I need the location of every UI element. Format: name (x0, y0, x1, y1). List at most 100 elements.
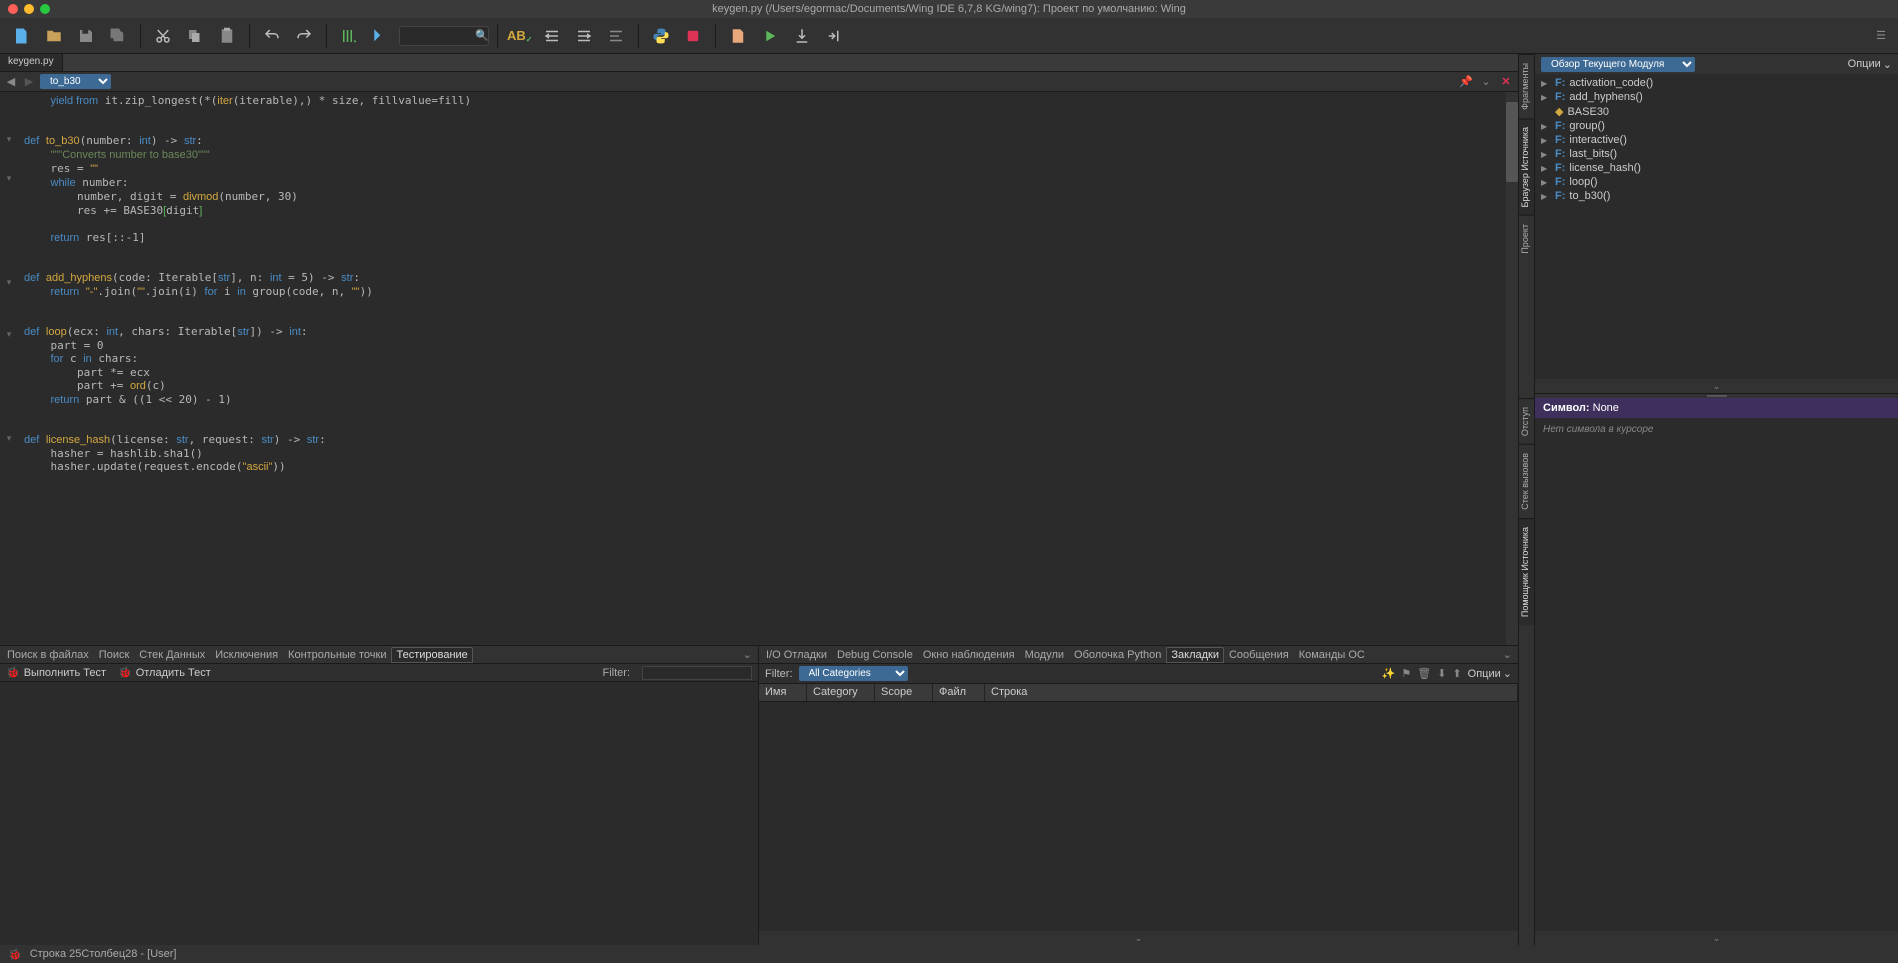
tab-testing[interactable]: Тестирование (391, 647, 472, 663)
symbol-selector[interactable]: to_b30 (40, 74, 111, 89)
copy-button[interactable] (181, 22, 209, 50)
undo-button[interactable] (258, 22, 286, 50)
panel-collapse-handle[interactable]: ⌄ (759, 931, 1518, 945)
test-filter-input[interactable] (642, 666, 752, 680)
tab-modules[interactable]: Модули (1020, 647, 1069, 663)
goto-button[interactable] (367, 22, 395, 50)
col-scope[interactable]: Scope (875, 684, 933, 701)
step-into-button[interactable] (820, 22, 848, 50)
chevron-down-icon[interactable]: ⌄ (1478, 74, 1494, 90)
menu-button[interactable]: ☰ (1872, 25, 1890, 46)
nav-forward-button[interactable]: ▶ (22, 75, 36, 89)
tab-debug-console[interactable]: Debug Console (832, 647, 918, 663)
wand-icon[interactable]: ✨ (1382, 667, 1396, 680)
bottom-left-panel: Поиск в файлах Поиск Стек Данных Исключе… (0, 646, 759, 945)
nav-back-button[interactable]: ◀ (4, 75, 18, 89)
spellcheck-button[interactable]: AB✓ (506, 22, 534, 50)
editor-nav-bar: ◀ ▶ to_b30 📌 ⌄ ✕ (0, 72, 1518, 92)
outline-item[interactable]: ▶F:interactive() (1537, 133, 1896, 147)
close-editor-button[interactable]: ✕ (1498, 74, 1514, 90)
category-filter-select[interactable]: All Categories (799, 666, 908, 681)
tab-exceptions[interactable]: Исключения (210, 647, 283, 663)
dedent-button[interactable] (602, 22, 630, 50)
fold-gutter[interactable]: ▾ ▾ ▾ ▾ ▾ (0, 92, 18, 645)
debug-test-button[interactable]: 🐞Отладить Тест (118, 666, 211, 679)
tab-search-files[interactable]: Поиск в файлах (2, 647, 94, 663)
tab-os-commands[interactable]: Команды ОС (1294, 647, 1370, 663)
thumbtack-icon[interactable]: 📌 (1458, 74, 1474, 90)
bookmark-options-button[interactable]: Опции ⌄ (1468, 667, 1512, 680)
assistant-collapse-handle[interactable]: ⌄ (1535, 931, 1898, 945)
trash-icon[interactable]: 🗑 (1417, 667, 1431, 680)
testing-panel-body (0, 682, 758, 945)
collapse-right-panel-icon[interactable]: ⌄ (1499, 648, 1516, 661)
outline-item[interactable]: ▶F:activation_code() (1537, 76, 1896, 90)
close-window-icon[interactable] (8, 4, 18, 14)
collapse-left-panel-icon[interactable]: ⌄ (739, 648, 756, 661)
tab-stack-data[interactable]: Стек Данных (134, 647, 210, 663)
col-category[interactable]: Category (807, 684, 875, 701)
outline-item[interactable]: ▶F:add_hyphens() (1537, 90, 1896, 104)
editor-scrollbar[interactable] (1506, 92, 1518, 645)
code-content[interactable]: yield from it.zip_longest(*(iter(iterabl… (18, 92, 1518, 645)
col-name[interactable]: Имя (759, 684, 807, 701)
window-controls (8, 4, 50, 14)
browser-options-button[interactable]: Опции ⌄ (1848, 58, 1892, 71)
filter-label: Filter: (603, 667, 631, 679)
main-toolbar: 🔍 AB✓ ☰ (0, 18, 1898, 54)
bookmark-table-header: Имя Category Scope Файл Строка (759, 684, 1518, 702)
toolbar-search-input[interactable] (399, 26, 489, 46)
bug-status-icon[interactable]: 🐞 (8, 948, 22, 961)
paste-button[interactable] (213, 22, 241, 50)
tab-watch[interactable]: Окно наблюдения (918, 647, 1020, 663)
outline-collapse-handle[interactable]: ⌄ (1535, 379, 1898, 393)
new-file-button[interactable] (8, 22, 36, 50)
col-file[interactable]: Файл (933, 684, 985, 701)
tab-messages[interactable]: Сообщения (1224, 647, 1294, 663)
col-line[interactable]: Строка (985, 684, 1518, 701)
vtab-call-stack[interactable]: Стек вызовов (1519, 444, 1534, 518)
file-tab-keygen[interactable]: keygen.py (0, 54, 63, 71)
save-button[interactable] (72, 22, 100, 50)
step-button[interactable] (788, 22, 816, 50)
outline-item[interactable]: ▶F:group() (1537, 119, 1896, 133)
indent-guide-button[interactable] (335, 22, 363, 50)
outline-item[interactable]: ▶F:loop() (1537, 175, 1896, 189)
minimize-window-icon[interactable] (24, 4, 34, 14)
testing-toolbar: 🐞Выполнить Тест 🐞Отладить Тест Filter: (0, 664, 758, 682)
vtab-indent[interactable]: Отступ (1519, 398, 1534, 444)
tab-breakpoints[interactable]: Контрольные точки (283, 647, 391, 663)
stop-button[interactable] (679, 22, 707, 50)
indent-right-button[interactable] (538, 22, 566, 50)
tab-python-shell[interactable]: Оболочка Python (1069, 647, 1166, 663)
symbol-info-body: Нет символа в курсоре (1535, 418, 1898, 931)
tab-search[interactable]: Поиск (94, 647, 134, 663)
vtab-source-assistant[interactable]: Помощник Источника (1519, 518, 1534, 625)
module-outline[interactable]: ▶F:activation_code() ▶F:add_hyphens() ▶◆… (1535, 74, 1898, 379)
vtab-fragments[interactable]: Фрагменты (1519, 54, 1534, 118)
outline-item[interactable]: ▶F:last_bits() (1537, 147, 1896, 161)
cut-button[interactable] (149, 22, 177, 50)
run-test-button[interactable]: 🐞Выполнить Тест (6, 666, 106, 679)
outline-item[interactable]: ▶◆BASE30 (1537, 104, 1896, 119)
debug-file-button[interactable] (724, 22, 752, 50)
save-all-button[interactable] (104, 22, 132, 50)
vtab-project[interactable]: Проект (1519, 215, 1534, 262)
download-icon[interactable]: ⬇ (1437, 667, 1446, 680)
zoom-window-icon[interactable] (40, 4, 50, 14)
code-editor[interactable]: ▾ ▾ ▾ ▾ ▾ yield from it.zip_longest(*(it… (0, 92, 1518, 645)
tab-bookmarks[interactable]: Закладки (1166, 647, 1224, 663)
python-shell-button[interactable] (647, 22, 675, 50)
flag-icon[interactable]: ⚑ (1401, 667, 1411, 680)
outline-item[interactable]: ▶F:to_b30() (1537, 189, 1896, 203)
outline-item[interactable]: ▶F:license_hash() (1537, 161, 1896, 175)
redo-button[interactable] (290, 22, 318, 50)
browser-scope-select[interactable]: Обзор Текущего Модуля (1541, 57, 1695, 72)
upload-icon[interactable]: ⬆ (1452, 667, 1461, 680)
tab-debug-io[interactable]: I/O Отладки (761, 647, 832, 663)
bookmark-toolbar: Filter: All Categories ✨ ⚑ 🗑 ⬇ ⬆ Опции ⌄ (759, 664, 1518, 684)
vtab-source-browser[interactable]: Браузер Источника (1519, 118, 1534, 215)
run-button[interactable] (756, 22, 784, 50)
open-file-button[interactable] (40, 22, 68, 50)
indent-left-button[interactable] (570, 22, 598, 50)
